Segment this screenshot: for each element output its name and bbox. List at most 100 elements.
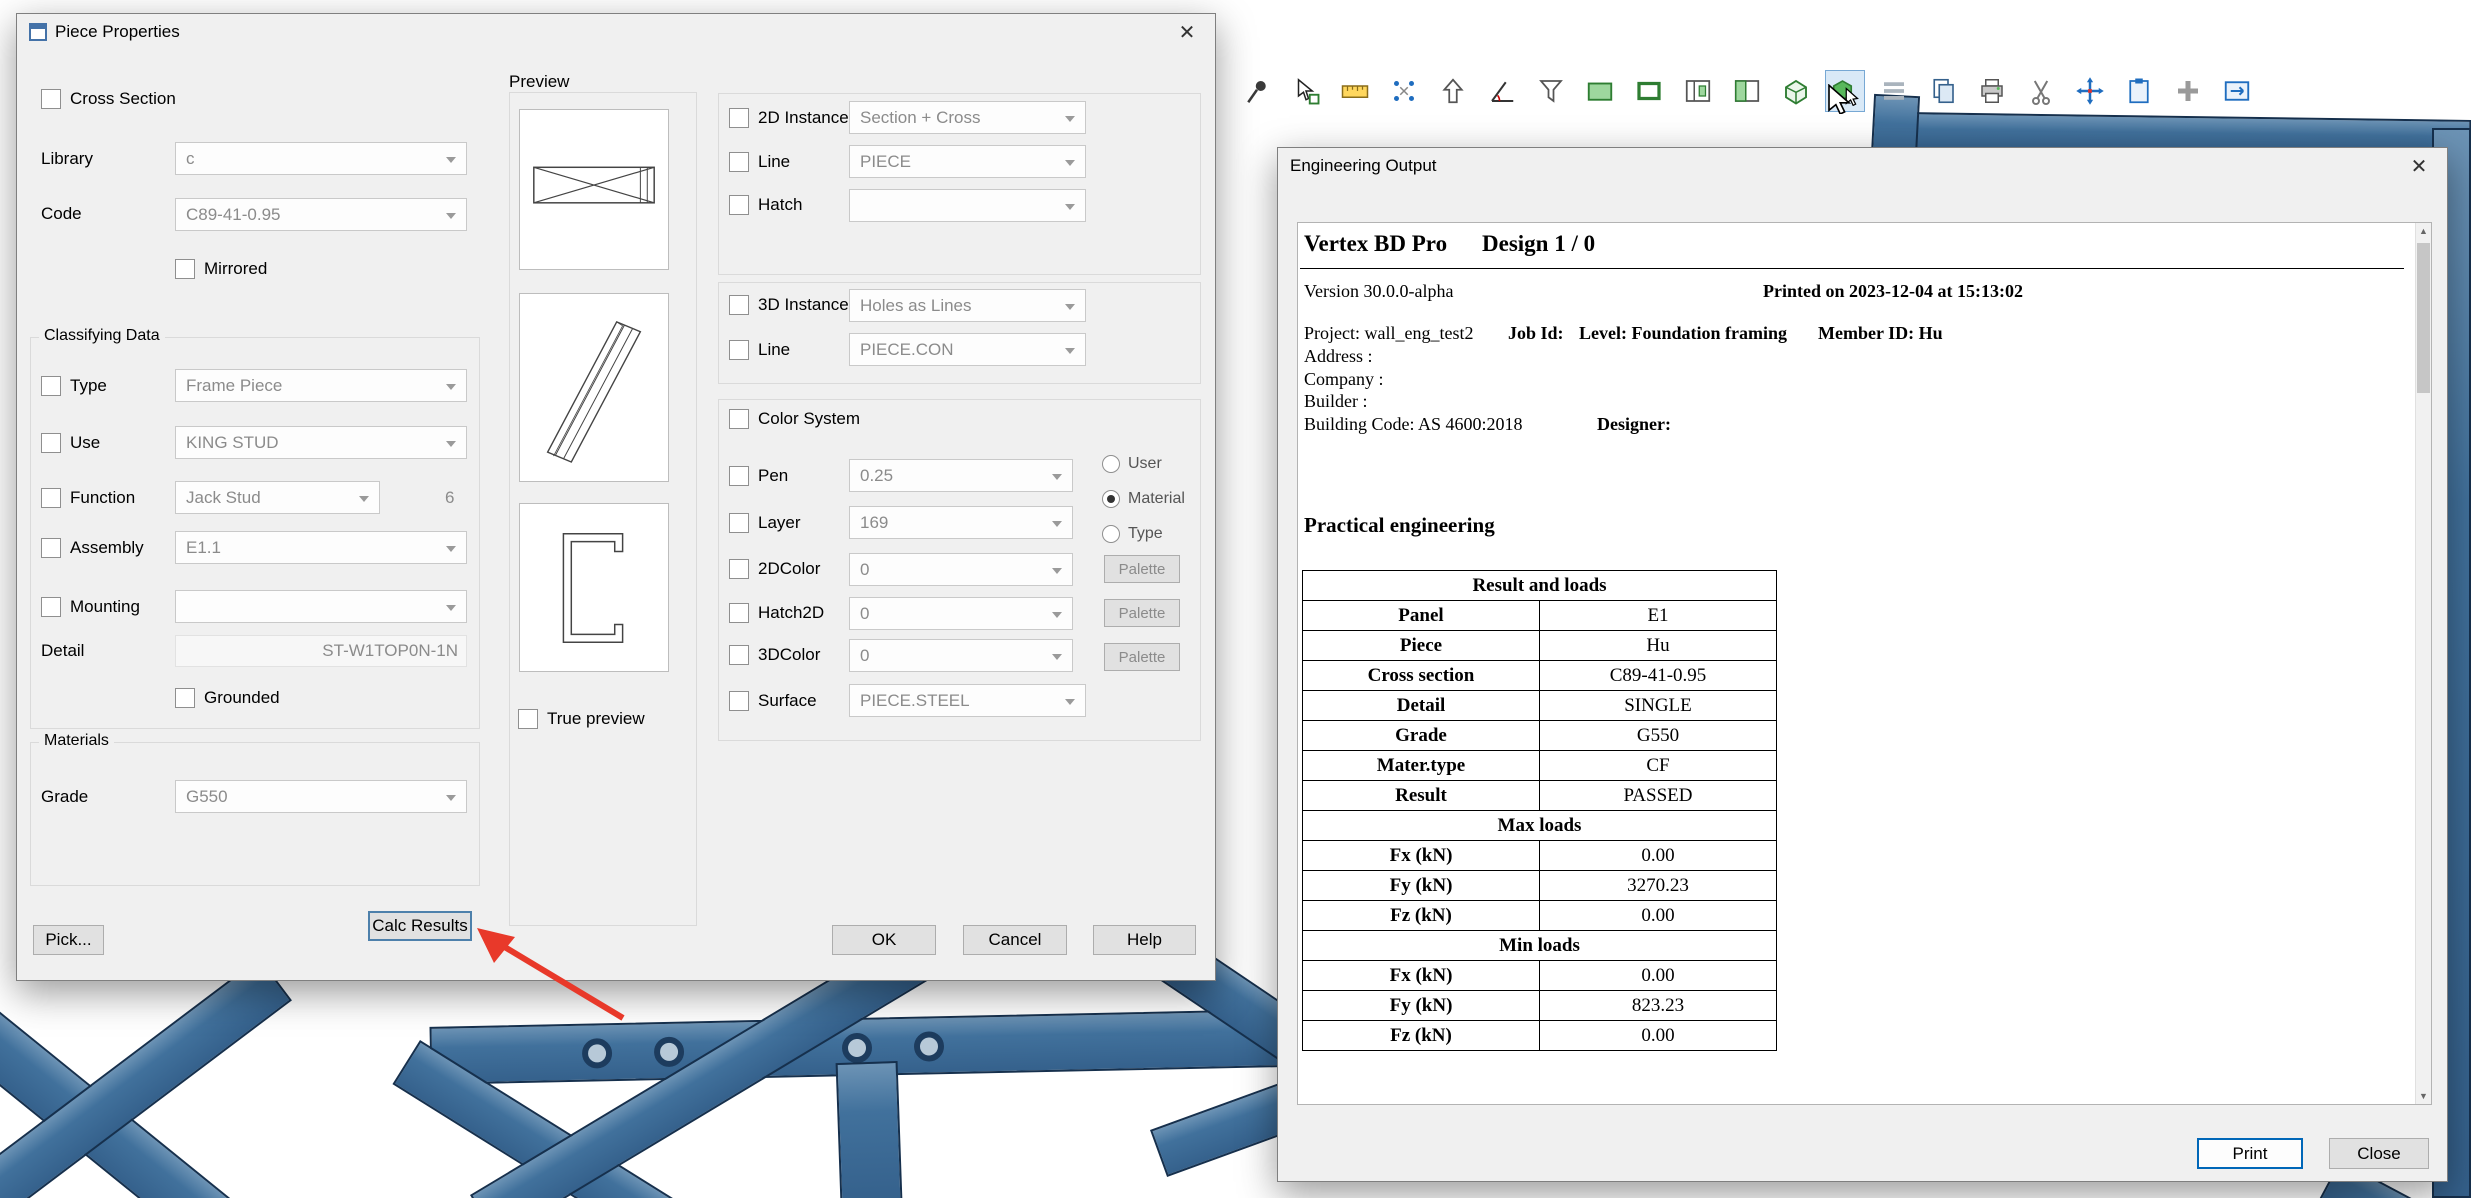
mirrored-checkbox[interactable] (175, 259, 195, 279)
chevron-down-icon (1065, 699, 1075, 710)
select-frame-button[interactable] (1629, 70, 1669, 112)
add-button[interactable] (2168, 70, 2208, 112)
snap-points-button[interactable] (1384, 70, 1424, 112)
cross-section-checkbox[interactable] (41, 89, 61, 109)
pen-checkbox[interactable] (729, 466, 749, 486)
palette-button-3dcolor[interactable]: Palette (1104, 643, 1180, 671)
instance2d-checkbox[interactable] (729, 108, 749, 128)
close-icon[interactable]: ✕ (2403, 153, 2435, 180)
table-header-cell: Result and loads (1303, 571, 1777, 601)
chevron-down-icon (446, 546, 456, 557)
color-system-checkbox[interactable] (729, 409, 749, 429)
pin-button[interactable] (1237, 70, 1277, 112)
main-toolbar (1237, 70, 2257, 112)
detail-field: ST-W1TOP0N-1N (175, 635, 467, 667)
3d-viewport[interactable]: Piece Properties ✕ Cross Section Library… (0, 0, 2471, 1198)
panel-button[interactable] (1678, 70, 1718, 112)
surface-dropdown[interactable]: PIECE.STEEL (849, 684, 1086, 717)
function-checkbox[interactable] (41, 488, 61, 508)
help-button[interactable]: Help (1093, 925, 1196, 955)
scrollbar[interactable]: ▲ ▼ (2415, 223, 2431, 1104)
print-button-toolbar[interactable] (1972, 70, 2012, 112)
mounting-dropdown[interactable] (175, 590, 467, 623)
assembly-checkbox[interactable] (41, 538, 61, 558)
hatch-checkbox[interactable] (729, 195, 749, 215)
instance2d-dropdown[interactable]: Section + Cross (849, 101, 1086, 134)
angle-snap-button[interactable] (1482, 70, 1522, 112)
code-dropdown[interactable]: C89-41-0.95 (175, 198, 467, 231)
use-checkbox[interactable] (41, 433, 61, 453)
measure-button[interactable] (1335, 70, 1375, 112)
layer-row: Layer (729, 513, 801, 533)
cancel-button[interactable]: Cancel (963, 925, 1067, 955)
library-dropdown[interactable]: c (175, 142, 467, 175)
scrollbar-thumb[interactable] (2417, 243, 2430, 393)
pen-dropdown[interactable]: 0.25 (849, 459, 1073, 492)
move-axes-button[interactable] (2070, 70, 2110, 112)
results-table: Result and loads PanelE1 PieceHu Cross s… (1302, 570, 1777, 1051)
type-dropdown[interactable]: Frame Piece (175, 369, 467, 402)
ok-button[interactable]: OK (832, 925, 936, 955)
grade-dropdown[interactable]: G550 (175, 780, 467, 813)
select-box-button[interactable] (1580, 70, 1620, 112)
cut-button[interactable] (2021, 70, 2061, 112)
table-cell: CF (1540, 751, 1777, 781)
table-cell: Piece (1303, 631, 1540, 661)
annotation-arrow (455, 920, 635, 1030)
table-cell: Hu (1540, 631, 1777, 661)
assembly-row: Assembly (41, 538, 144, 558)
titlebar[interactable]: Piece Properties (17, 14, 1215, 50)
use-dropdown[interactable]: KING STUD (175, 426, 467, 459)
select-add-button[interactable] (1286, 70, 1326, 112)
line2d-checkbox[interactable] (729, 152, 749, 172)
arrow-up-button[interactable] (1433, 70, 1473, 112)
scroll-down-icon[interactable]: ▼ (2416, 1088, 2431, 1104)
table-cell: 823.23 (1540, 991, 1777, 1021)
grounded-checkbox[interactable] (175, 688, 195, 708)
hatch-dropdown[interactable] (849, 189, 1086, 222)
instance3d-dropdown[interactable]: Holes as Lines (849, 289, 1086, 322)
instance3d-checkbox[interactable] (729, 295, 749, 315)
true-preview-checkbox[interactable] (518, 709, 538, 729)
assembly-dropdown[interactable]: E1.1 (175, 531, 467, 564)
surface-checkbox[interactable] (729, 691, 749, 711)
close-button[interactable]: Close (2329, 1138, 2429, 1169)
mounting-checkbox[interactable] (41, 597, 61, 617)
chevron-down-icon (1052, 612, 1062, 623)
radio-material[interactable]: Material (1102, 490, 1185, 508)
solid-box-button[interactable] (1776, 70, 1816, 112)
mirrored-label: Mirrored (204, 259, 267, 279)
hatch2d-dropdown[interactable]: 0 (849, 597, 1073, 630)
radio-type[interactable]: Type (1102, 525, 1163, 543)
close-icon[interactable]: ✕ (1171, 19, 1203, 46)
list-button[interactable] (1874, 70, 1914, 112)
copy-output-button[interactable] (1923, 70, 1963, 112)
layer-checkbox[interactable] (729, 513, 749, 533)
color2d-checkbox[interactable] (729, 559, 749, 579)
palette-button-hatch2d[interactable]: Palette (1104, 599, 1180, 627)
hatch2d-checkbox[interactable] (729, 603, 749, 623)
line2d-dropdown[interactable]: PIECE (849, 145, 1086, 178)
paste-button[interactable] (2119, 70, 2159, 112)
use-row: Use (41, 433, 100, 453)
line3d-checkbox[interactable] (729, 340, 749, 360)
radio-user[interactable]: User (1102, 455, 1162, 473)
instance2d-label: 2D Instance (758, 108, 849, 128)
line3d-dropdown[interactable]: PIECE.CON (849, 333, 1086, 366)
panel-part-button[interactable] (1727, 70, 1767, 112)
scroll-up-icon[interactable]: ▲ (2416, 223, 2431, 239)
type-checkbox[interactable] (41, 376, 61, 396)
pick-button[interactable]: Pick... (33, 925, 104, 955)
print-button[interactable]: Print (2197, 1138, 2303, 1169)
filter-button[interactable] (1531, 70, 1571, 112)
materials-title: Materials (39, 732, 114, 750)
swap-view-button[interactable] (2217, 70, 2257, 112)
titlebar[interactable]: Engineering Output (1278, 148, 2447, 184)
layer-dropdown[interactable]: 169 (849, 506, 1073, 539)
function-dropdown[interactable]: Jack Stud (175, 481, 380, 514)
color2d-dropdown[interactable]: 0 (849, 553, 1073, 586)
assembly-label: Assembly (70, 538, 144, 558)
color3d-checkbox[interactable] (729, 645, 749, 665)
color3d-dropdown[interactable]: 0 (849, 639, 1073, 672)
palette-button-2dcolor[interactable]: Palette (1104, 555, 1180, 583)
